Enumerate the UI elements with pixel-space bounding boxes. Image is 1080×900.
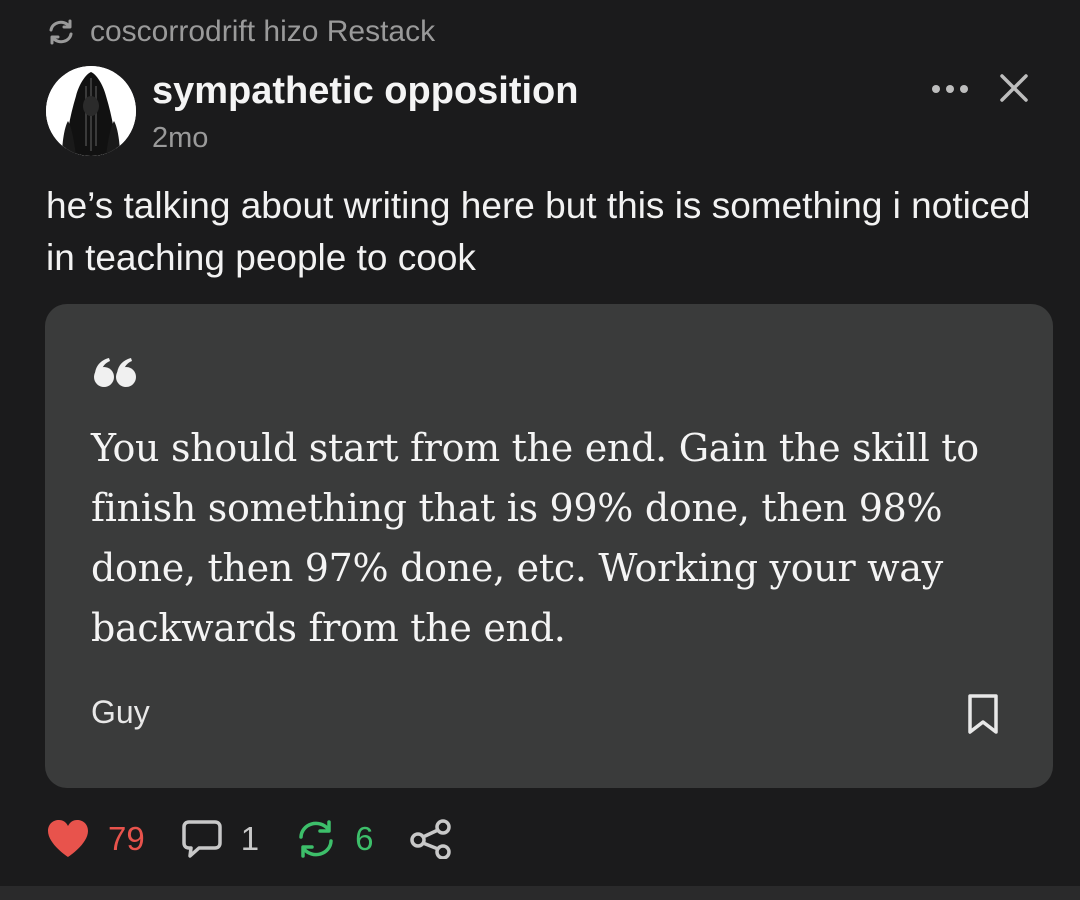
post-timestamp[interactable]: 2mo [152,122,208,155]
comment-bubble-icon [181,819,223,859]
restack-icon [295,819,337,859]
like-button[interactable]: 79 [46,819,145,859]
like-count: 79 [108,820,145,857]
more-dots-icon [930,82,970,101]
restack-text: coscorrodrift hizo Restack [90,15,436,48]
author-name[interactable]: sympathetic opposition [152,70,578,113]
quote-text: You should start from the end. Gain the … [91,426,979,650]
quote-mark-icon [93,358,137,393]
post-header: sympathetic opposition 2mo [46,66,1036,158]
more-options-button[interactable] [930,76,970,106]
bottom-divider [0,886,1080,900]
restack-attribution[interactable]: coscorrodrift hizo Restack [46,14,435,50]
comment-count: 1 [240,820,260,857]
share-button[interactable] [409,819,453,859]
close-button[interactable] [994,70,1034,110]
restack-arrows-icon [46,17,76,47]
restack-button[interactable]: 6 [295,819,373,859]
heart-icon [46,819,90,859]
bookmark-icon [967,693,999,740]
restack-count: 6 [355,820,374,857]
quote-author[interactable]: Guy [91,694,150,731]
close-icon [998,72,1030,109]
comment-button[interactable]: 1 [181,819,259,859]
post-body-text: he’s talking about writing here but this… [46,185,1031,278]
avatar[interactable] [46,66,136,156]
bookmark-button[interactable] [963,692,1003,740]
post-actions: 79 1 6 [46,814,489,864]
share-icon [409,819,453,859]
quote-card[interactable]: You should start from the end. Gain the … [45,304,1053,788]
